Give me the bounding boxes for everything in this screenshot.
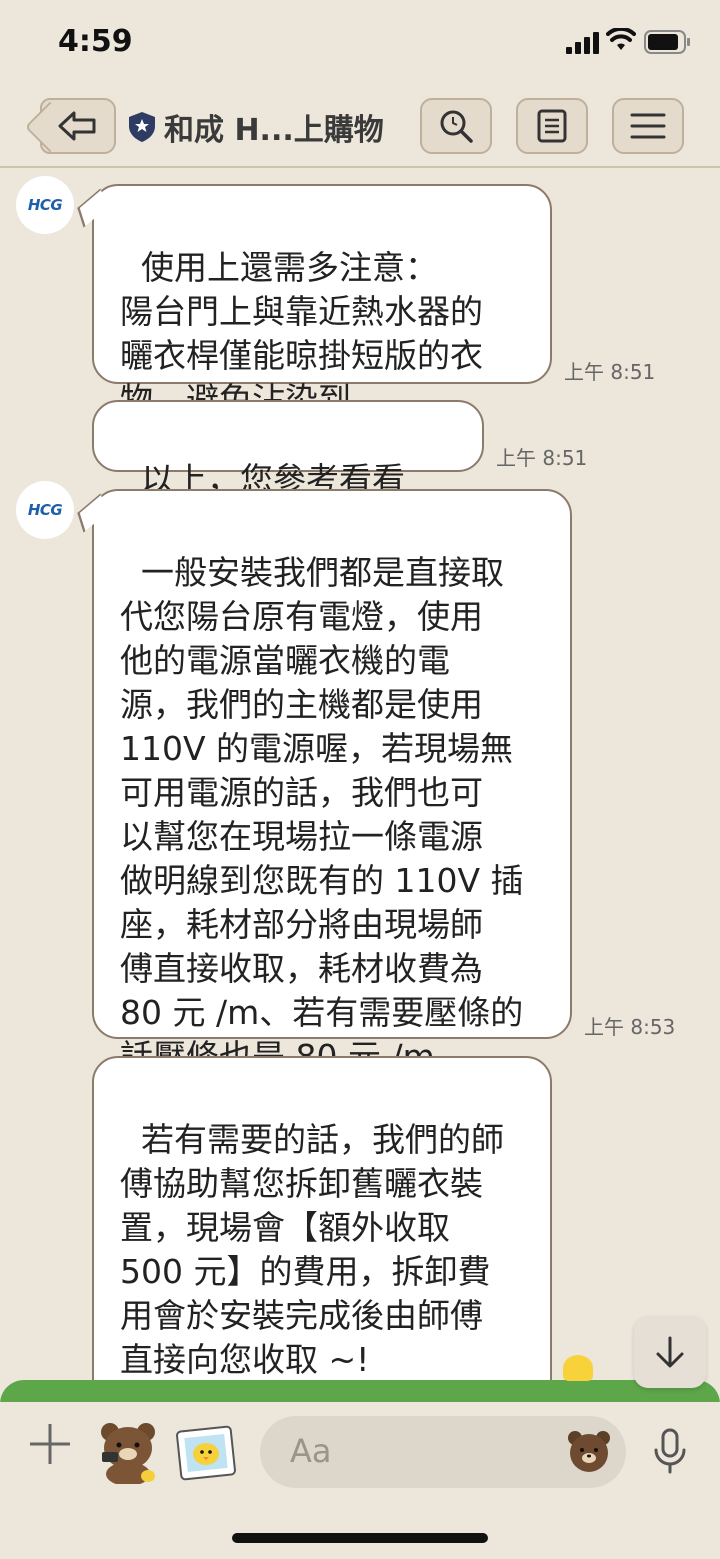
chat-title-area[interactable]: 和成 H...上購物 [128,106,384,148]
message-time: 上午 8:51 [564,360,656,384]
chat-title: 和成 H...上購物 [164,113,384,148]
hcg-logo: HCG [27,196,63,214]
sally-sticker-icon[interactable] [176,1424,236,1482]
sender-avatar[interactable]: HCG [16,481,74,539]
menu-button[interactable] [612,98,684,154]
message-input-placeholder: Aa [290,1432,332,1470]
sally-sticker-peek [563,1355,593,1381]
search-button[interactable] [420,98,492,154]
search-icon [440,110,473,143]
back-button[interactable] [40,98,116,154]
message-text: 一般安裝我們都是直接取 代您陽台原有電燈，使用 他的電源當曬衣機的電 源，我們的… [120,553,524,1076]
hamburger-menu-icon [630,113,666,139]
sender-avatar[interactable]: HCG [16,176,74,234]
battery-icon [644,30,690,54]
cellular-signal-icon [566,32,599,54]
home-indicator[interactable] [232,1533,488,1543]
message-bubble[interactable]: 一般安裝我們都是直接取 代您陽台原有電燈，使用 他的電源當曬衣機的電 源，我們的… [92,489,572,1076]
down-arrow-icon [656,1336,684,1368]
message-bubble[interactable]: 以上，您參考看看^^ [92,400,484,543]
message-bubble[interactable]: 使用上還需多注意： 陽台門上與靠近熱水器的 曬衣桿僅能晾掛短版的衣 物，避免沾染… [92,184,552,419]
hcg-logo: HCG [27,501,63,519]
notes-icon [537,109,567,143]
scroll-to-bottom-button[interactable] [634,1316,706,1388]
official-account-shield-icon [129,112,155,142]
chat-header: 和成 H...上購物 [0,88,720,168]
emoji-bear-icon[interactable] [566,1428,612,1474]
grass-decoration [0,1380,720,1404]
status-time: 4:59 [58,24,133,59]
plus-icon[interactable] [28,1422,72,1466]
brown-bear-sticker-icon[interactable] [96,1418,162,1484]
back-arrow-icon [58,111,96,141]
microphone-icon[interactable] [652,1428,688,1476]
message-text: 使用上還需多注意： 陽台門上與靠近熱水器的 曬衣桿僅能晾掛短版的衣 物，避免沾染… [120,248,483,419]
message-time: 上午 8:53 [584,1015,676,1039]
notes-button[interactable] [516,98,588,154]
status-bar: 4:59 [0,0,720,88]
wifi-icon [606,28,636,50]
message-time: 上午 8:51 [496,446,588,470]
